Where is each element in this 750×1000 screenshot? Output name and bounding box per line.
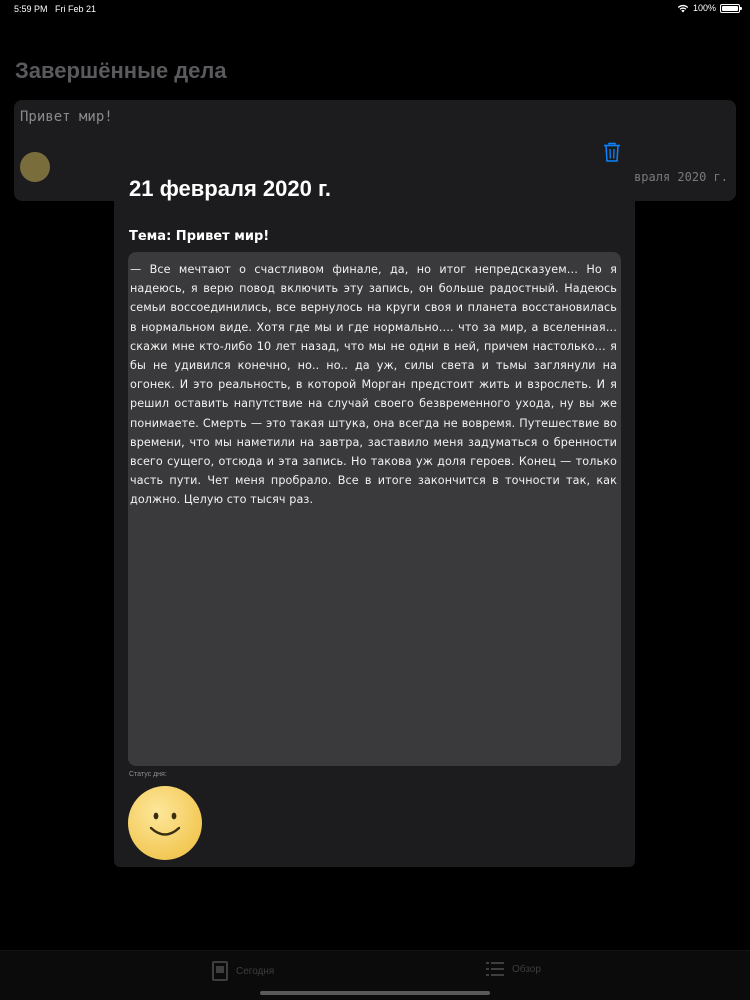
tab-today[interactable]: Сегодня	[212, 961, 274, 981]
trash-icon[interactable]	[603, 142, 621, 162]
day-status-label: Статус дня:	[129, 771, 167, 778]
smile-icon	[20, 152, 50, 182]
calendar-icon	[212, 961, 228, 981]
entry-date-title: 21 февраля 2020 г.	[129, 176, 332, 201]
list-item-title: Привет мир!	[20, 109, 113, 125]
tab-overview[interactable]: Обзор	[486, 961, 541, 977]
home-indicator	[260, 991, 490, 995]
tab-bar: Сегодня Обзор	[0, 950, 750, 1000]
list-icon	[486, 962, 504, 976]
status-date: Fri Feb 21	[55, 4, 97, 14]
status-bar: 5:59 PM Fri Feb 21 100%	[0, 0, 750, 20]
list-item-date: февраля 2020 г.	[619, 170, 728, 184]
tab-today-label: Сегодня	[236, 965, 275, 977]
entry-text-area[interactable]: — Все мечтают о счастливом финале, да, н…	[128, 252, 621, 766]
entry-topic: Тема: Привет мир!	[129, 229, 270, 244]
smile-face-icon	[149, 812, 181, 836]
entry-text: — Все мечтают о счастливом финале, да, н…	[130, 263, 617, 507]
tab-overview-label: Обзор	[512, 963, 541, 975]
smile-icon	[128, 786, 202, 860]
battery-icon	[720, 3, 742, 13]
battery-percent: 100%	[692, 3, 716, 13]
status-time: 5:59 PM	[14, 4, 48, 14]
page-title: Завершённые дела	[15, 58, 227, 83]
wifi-icon	[677, 4, 689, 12]
status-indicators: 100%	[677, 3, 742, 13]
entry-detail-sheet: 21 февраля 2020 г. Тема: Привет мир! — В…	[114, 132, 635, 867]
